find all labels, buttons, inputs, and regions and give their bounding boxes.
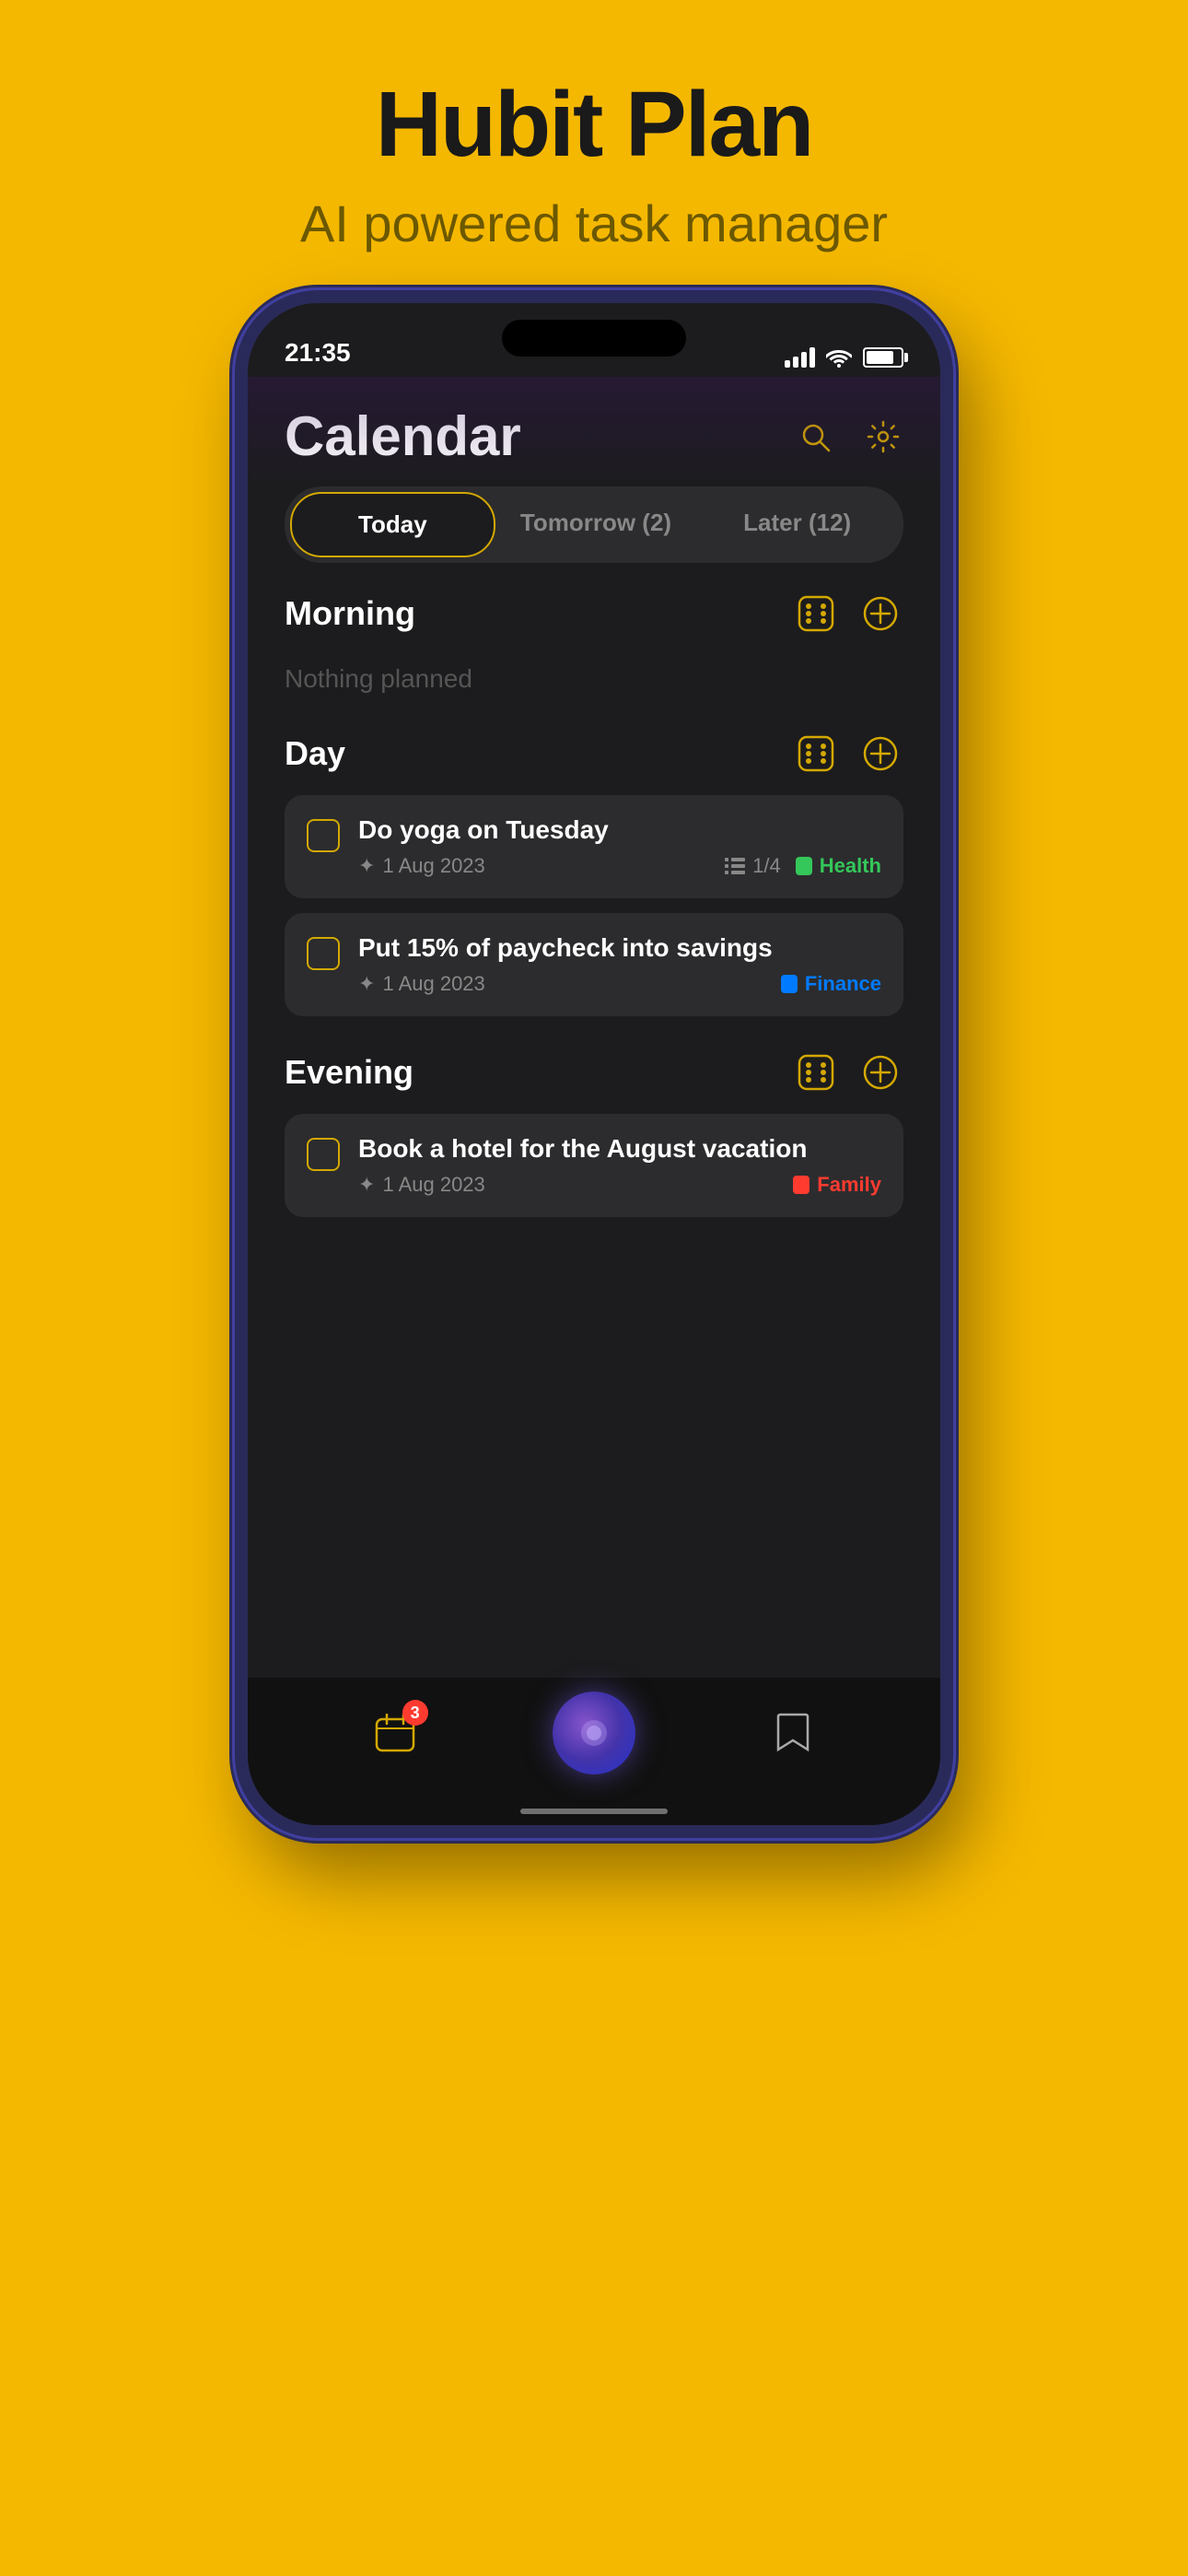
task-checkbox[interactable] [307,937,340,970]
day-title: Day [285,734,345,773]
nav-ai-button[interactable] [553,1692,635,1774]
task-date-text: 1 Aug 2023 [382,854,484,878]
section-morning: Morning [248,591,940,731]
task-title: Book a hotel for the August vacation [358,1134,881,1164]
morning-dice-button[interactable] [793,591,839,637]
battery-icon [863,347,903,368]
task-tag: Family [793,1173,881,1197]
evening-dice-button[interactable] [793,1049,839,1095]
evening-header: Evening [285,1049,903,1095]
tab-tomorrow[interactable]: Tomorrow (2) [495,492,697,557]
task-item[interactable]: Put 15% of paycheck into savings ✦ 1 Aug… [285,913,903,1016]
page-title: Hubit Plan [235,74,953,175]
tag-dot [793,1176,809,1194]
add-icon [862,595,899,632]
status-time: 21:35 [285,338,351,368]
list-icon [725,858,745,874]
settings-icon [867,420,900,453]
page-subtitle: AI powered task manager [235,193,953,253]
day-dice-icon [798,735,834,772]
evening-add-icon [862,1054,899,1091]
task-meta: ✦ 1 Aug 2023 Finance [358,972,881,996]
sun-icon: ✦ [358,972,375,996]
page-wrapper: Hubit Plan AI powered task manager 21:35 [235,0,953,1838]
morning-title: Morning [285,594,415,633]
signal-icon [785,347,815,368]
evening-dice-icon [798,1054,834,1091]
tag-dot [781,975,798,993]
task-checkbox[interactable] [307,819,340,852]
task-item[interactable]: Book a hotel for the August vacation ✦ 1… [285,1114,903,1217]
task-progress: 1/4 [725,854,781,878]
task-content: Do yoga on Tuesday ✦ 1 Aug 2023 [358,815,881,878]
settings-button[interactable] [863,416,903,457]
header-icons [795,416,903,457]
morning-header: Morning [285,591,903,637]
task-date-text: 1 Aug 2023 [382,972,484,996]
day-actions [793,731,903,777]
bookmark-icon [767,1707,819,1759]
day-add-icon [862,735,899,772]
day-dice-button[interactable] [793,731,839,777]
task-date: ✦ 1 Aug 2023 [358,854,485,878]
wifi-icon [826,347,852,368]
app-screen: Calendar [248,377,940,1825]
search-button[interactable] [795,416,835,457]
task-meta: ✦ 1 Aug 2023 [358,854,881,878]
tabs-container: Today Tomorrow (2) Later (12) [285,486,903,563]
search-icon [798,420,832,453]
morning-empty-text: Nothing planned [285,655,903,712]
calendar-badge: 3 [402,1700,428,1726]
task-date: ✦ 1 Aug 2023 [358,972,485,996]
ai-button[interactable] [553,1692,635,1774]
evening-title: Evening [285,1053,413,1092]
task-progress-text: 1/4 [752,854,781,878]
status-icons [785,347,903,368]
task-date-text: 1 Aug 2023 [382,1173,484,1197]
task-item[interactable]: Do yoga on Tuesday ✦ 1 Aug 2023 [285,795,903,898]
day-header: Day [285,731,903,777]
app-title: Calendar [285,404,521,468]
tag-label: Health [820,854,881,878]
sun-icon: ✦ [358,854,375,878]
tab-today[interactable]: Today [290,492,495,557]
task-right-meta: Finance [781,972,881,996]
day-add-button[interactable] [857,731,903,777]
tab-later[interactable]: Later (12) [696,492,898,557]
task-content: Put 15% of paycheck into savings ✦ 1 Aug… [358,933,881,996]
nav-bookmarks[interactable] [767,1707,819,1759]
task-checkbox[interactable] [307,1138,340,1171]
phone-frame: 21:35 [235,290,953,1838]
dice-icon [798,595,834,632]
task-right-meta: Family [793,1173,881,1197]
page-header: Hubit Plan AI powered task manager [235,74,953,253]
task-meta: ✦ 1 Aug 2023 Family [358,1173,881,1197]
tag-label: Family [817,1173,881,1197]
morning-add-button[interactable] [857,591,903,637]
task-date: ✦ 1 Aug 2023 [358,1173,485,1197]
tag-label: Finance [805,972,881,996]
task-title: Do yoga on Tuesday [358,815,881,845]
bottom-nav: 3 [248,1678,940,1825]
app-header: Calendar [248,377,940,486]
section-evening: Evening [248,1049,940,1250]
morning-actions [793,591,903,637]
task-tag: Finance [781,972,881,996]
task-title: Put 15% of paycheck into savings [358,933,881,963]
home-indicator [520,1809,668,1814]
ai-icon [574,1713,614,1753]
task-tag: Health [796,854,881,878]
notch [502,320,686,357]
evening-actions [793,1049,903,1095]
tag-dot [796,857,812,875]
nav-calendar[interactable]: 3 [369,1707,421,1759]
evening-add-button[interactable] [857,1049,903,1095]
task-content: Book a hotel for the August vacation ✦ 1… [358,1134,881,1197]
section-day: Day [248,731,940,1049]
task-right-meta: 1/4 Health [725,854,881,878]
sun-icon: ✦ [358,1173,375,1197]
